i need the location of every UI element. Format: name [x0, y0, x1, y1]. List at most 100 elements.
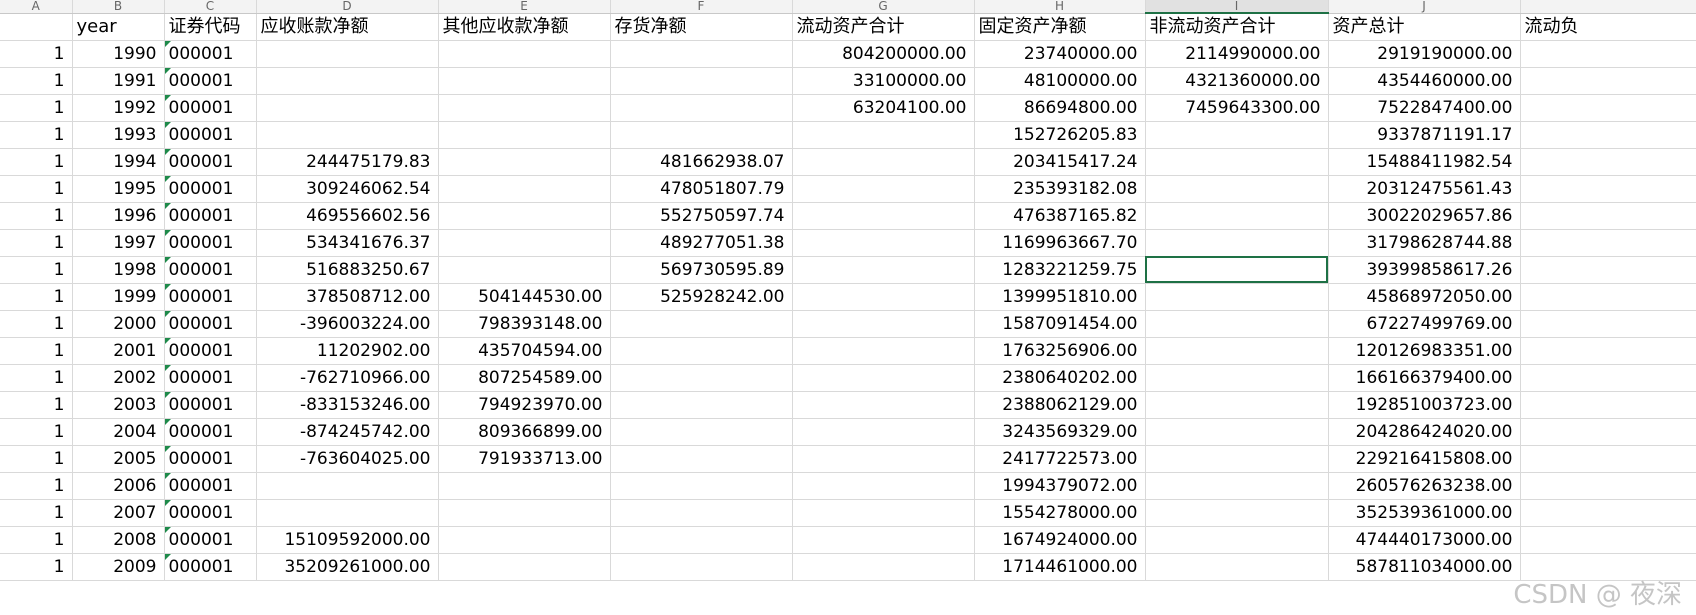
header-cell[interactable]: 资产总计: [1328, 13, 1521, 41]
data-cell[interactable]: 192851003723.00: [1328, 391, 1521, 419]
data-cell[interactable]: 2919190000.00: [1328, 40, 1521, 68]
data-cell[interactable]: 1: [0, 94, 73, 122]
data-cell[interactable]: 1: [0, 337, 73, 365]
data-cell[interactable]: 352539361000.00: [1328, 499, 1521, 527]
data-cell[interactable]: [1520, 148, 1696, 176]
security-code-cell[interactable]: 000001: [164, 364, 257, 392]
data-cell[interactable]: 244475179.83: [256, 148, 439, 176]
data-cell[interactable]: 2009: [72, 553, 165, 581]
data-cell[interactable]: [792, 256, 975, 284]
data-cell[interactable]: [1145, 283, 1329, 311]
data-cell[interactable]: 1763256906.00: [974, 337, 1146, 365]
security-code-cell[interactable]: 000001: [164, 175, 257, 203]
data-cell[interactable]: 1: [0, 418, 73, 446]
column-letter[interactable]: J: [1328, 0, 1521, 14]
data-cell[interactable]: [1520, 67, 1696, 95]
selected-cell[interactable]: [1145, 256, 1329, 284]
data-cell[interactable]: 2002: [72, 364, 165, 392]
data-cell[interactable]: [256, 94, 439, 122]
security-code-cell[interactable]: 000001: [164, 553, 257, 581]
data-cell[interactable]: 2114990000.00: [1145, 40, 1329, 68]
data-cell[interactable]: -762710966.00: [256, 364, 439, 392]
security-code-cell[interactable]: 000001: [164, 256, 257, 284]
data-cell[interactable]: [1145, 148, 1329, 176]
data-cell[interactable]: 378508712.00: [256, 283, 439, 311]
data-cell[interactable]: [792, 229, 975, 257]
data-cell[interactable]: [610, 310, 793, 338]
data-cell[interactable]: [610, 391, 793, 419]
data-cell[interactable]: 4321360000.00: [1145, 67, 1329, 95]
data-cell[interactable]: 474440173000.00: [1328, 526, 1521, 554]
data-cell[interactable]: 504144530.00: [438, 283, 611, 311]
data-cell[interactable]: [792, 445, 975, 473]
data-cell[interactable]: 1991: [72, 67, 165, 95]
data-cell[interactable]: [1145, 310, 1329, 338]
data-cell[interactable]: [256, 499, 439, 527]
data-cell[interactable]: -874245742.00: [256, 418, 439, 446]
column-letter[interactable]: [1520, 0, 1696, 14]
security-code-cell[interactable]: 000001: [164, 148, 257, 176]
data-cell[interactable]: 86694800.00: [974, 94, 1146, 122]
data-cell[interactable]: 2380640202.00: [974, 364, 1146, 392]
data-cell[interactable]: 152726205.83: [974, 121, 1146, 149]
data-cell[interactable]: 1: [0, 256, 73, 284]
data-cell[interactable]: 2388062129.00: [974, 391, 1146, 419]
data-cell[interactable]: [1145, 229, 1329, 257]
data-cell[interactable]: [610, 337, 793, 365]
data-cell[interactable]: 791933713.00: [438, 445, 611, 473]
header-cell[interactable]: 流动资产合计: [792, 13, 975, 41]
data-cell[interactable]: 31798628744.88: [1328, 229, 1521, 257]
data-cell[interactable]: [256, 121, 439, 149]
data-cell[interactable]: [610, 445, 793, 473]
data-cell[interactable]: 1993: [72, 121, 165, 149]
data-cell[interactable]: [792, 121, 975, 149]
security-code-cell[interactable]: 000001: [164, 202, 257, 230]
data-cell[interactable]: 20312475561.43: [1328, 175, 1521, 203]
data-cell[interactable]: 30022029657.86: [1328, 202, 1521, 230]
security-code-cell[interactable]: 000001: [164, 121, 257, 149]
column-letter[interactable]: D: [256, 0, 439, 14]
data-cell[interactable]: 2005: [72, 445, 165, 473]
data-cell[interactable]: 7522847400.00: [1328, 94, 1521, 122]
data-cell[interactable]: 120126983351.00: [1328, 337, 1521, 365]
data-cell[interactable]: [792, 499, 975, 527]
header-cell[interactable]: year: [72, 13, 165, 41]
data-cell[interactable]: 203415417.24: [974, 148, 1146, 176]
data-cell[interactable]: 1: [0, 526, 73, 554]
data-cell[interactable]: 204286424020.00: [1328, 418, 1521, 446]
data-cell[interactable]: [256, 67, 439, 95]
data-cell[interactable]: [1145, 202, 1329, 230]
data-cell[interactable]: 11202902.00: [256, 337, 439, 365]
data-cell[interactable]: 534341676.37: [256, 229, 439, 257]
data-cell[interactable]: 4354460000.00: [1328, 67, 1521, 95]
data-cell[interactable]: 2007: [72, 499, 165, 527]
header-cell[interactable]: 其他应收款净额: [438, 13, 611, 41]
data-cell[interactable]: 1999: [72, 283, 165, 311]
data-cell[interactable]: [792, 202, 975, 230]
data-cell[interactable]: 3243569329.00: [974, 418, 1146, 446]
data-cell[interactable]: 1: [0, 364, 73, 392]
data-cell[interactable]: 798393148.00: [438, 310, 611, 338]
data-cell[interactable]: 2004: [72, 418, 165, 446]
data-cell[interactable]: 229216415808.00: [1328, 445, 1521, 473]
data-cell[interactable]: [792, 310, 975, 338]
security-code-cell[interactable]: 000001: [164, 40, 257, 68]
data-cell[interactable]: 2001: [72, 337, 165, 365]
data-cell[interactable]: 1998: [72, 256, 165, 284]
data-cell[interactable]: 794923970.00: [438, 391, 611, 419]
data-cell[interactable]: 35209261000.00: [256, 553, 439, 581]
data-cell[interactable]: 2003: [72, 391, 165, 419]
data-cell[interactable]: -763604025.00: [256, 445, 439, 473]
data-cell[interactable]: [1145, 337, 1329, 365]
data-cell[interactable]: [438, 472, 611, 500]
data-cell[interactable]: [1520, 553, 1696, 581]
header-cell[interactable]: 应收账款净额: [256, 13, 439, 41]
data-cell[interactable]: [610, 418, 793, 446]
data-cell[interactable]: [792, 553, 975, 581]
security-code-cell[interactable]: 000001: [164, 418, 257, 446]
data-cell[interactable]: [1520, 526, 1696, 554]
header-cell[interactable]: 流动负: [1520, 13, 1696, 41]
data-cell[interactable]: 1994: [72, 148, 165, 176]
data-cell[interactable]: 39399858617.26: [1328, 256, 1521, 284]
security-code-cell[interactable]: 000001: [164, 67, 257, 95]
